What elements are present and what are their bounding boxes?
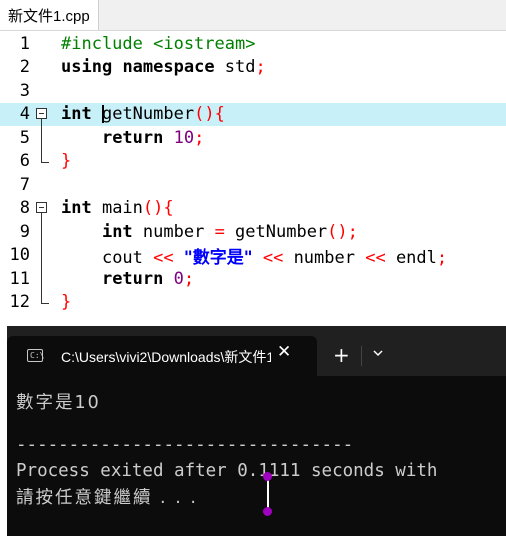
output-line: 數字是10 (16, 393, 101, 413)
code-text: return 10; (101, 127, 205, 148)
code-line: 6 } (0, 149, 506, 174)
code-editor[interactable]: 1 #include <iostream> 2 using namespace … (0, 31, 506, 327)
console-output[interactable]: 數字是10 -------------------------------- P… (7, 376, 506, 536)
code-line: 3 (0, 79, 506, 103)
chevron-down-icon[interactable] (371, 346, 385, 360)
console-window[interactable]: C:\ C:\Users\vivi2\Downloads\新文件1.exe ✕ … (7, 326, 506, 536)
selection-handle-top[interactable] (263, 472, 272, 481)
code-text: #include <iostream> (61, 33, 256, 54)
line-number: 12 (9, 292, 30, 313)
code-text: int main(){ (61, 198, 174, 219)
code-line: 5 return 10; (0, 126, 506, 150)
code-line: 11 return 0; (0, 267, 506, 291)
code-text: int getNumber(){ (61, 104, 225, 125)
line-number: 4 (19, 104, 30, 125)
fold-minus-icon[interactable] (36, 107, 47, 119)
line-number: 1 (19, 33, 30, 54)
code-line: 9 int number = getNumber(); (0, 220, 506, 244)
code-line: 12 } (0, 290, 506, 315)
code-text: cout << "數字是" << number << endl; (101, 247, 448, 268)
code-line: 2 using namespace std; (0, 56, 506, 80)
line-number: 6 (19, 151, 30, 172)
code-text: return 0; (101, 268, 195, 289)
code-line: 10 cout << "數字是" << number << endl; (0, 243, 506, 268)
line-number: 8 (19, 198, 30, 219)
tab-file[interactable]: 新文件1.cpp (0, 0, 99, 30)
tab-filename: 新文件1.cpp (8, 7, 90, 25)
line-number: 7 (19, 174, 30, 195)
terminal-icon: C:\ (27, 349, 44, 362)
code-line: 8 int main(){ (0, 197, 506, 221)
console-tab[interactable]: C:\ C:\Users\vivi2\Downloads\新文件1.exe ✕ (7, 336, 317, 376)
code-text: int number = getNumber(); (101, 221, 358, 242)
code-text: using namespace std; (61, 57, 266, 78)
line-number: 10 (9, 245, 30, 266)
code-line-current: 4 int getNumber(){ (0, 102, 506, 127)
code-text: } (61, 292, 72, 313)
line-number: 11 (9, 268, 30, 289)
line-number: 5 (19, 127, 30, 148)
fold-toggle[interactable] (32, 197, 50, 221)
line-number: 3 (19, 80, 30, 101)
output-line: -------------------------------- (16, 435, 354, 455)
code-text: } (61, 151, 72, 172)
output-line: Process exited after 0.1111 seconds with (16, 461, 438, 481)
console-tab-title: C:\Users\vivi2\Downloads\新文件1.exe (61, 349, 271, 365)
selection-handle-bottom[interactable] (263, 507, 272, 516)
new-tab-icon[interactable]: + (333, 343, 350, 367)
line-number: 2 (19, 57, 30, 78)
code-line: 7 (0, 173, 506, 197)
close-tab-icon[interactable]: ✕ (277, 342, 291, 362)
editor-tab-bar: 新文件1.cpp (0, 0, 506, 31)
line-number: 9 (19, 221, 30, 242)
fold-toggle[interactable] (32, 103, 50, 127)
code-line: 1 #include <iostream> (0, 32, 506, 56)
divider (361, 346, 362, 366)
console-titlebar: C:\ C:\Users\vivi2\Downloads\新文件1.exe ✕ … (7, 326, 506, 376)
output-line: 請按任意鍵繼續 . . . (16, 488, 198, 508)
fold-minus-icon[interactable] (36, 201, 47, 213)
